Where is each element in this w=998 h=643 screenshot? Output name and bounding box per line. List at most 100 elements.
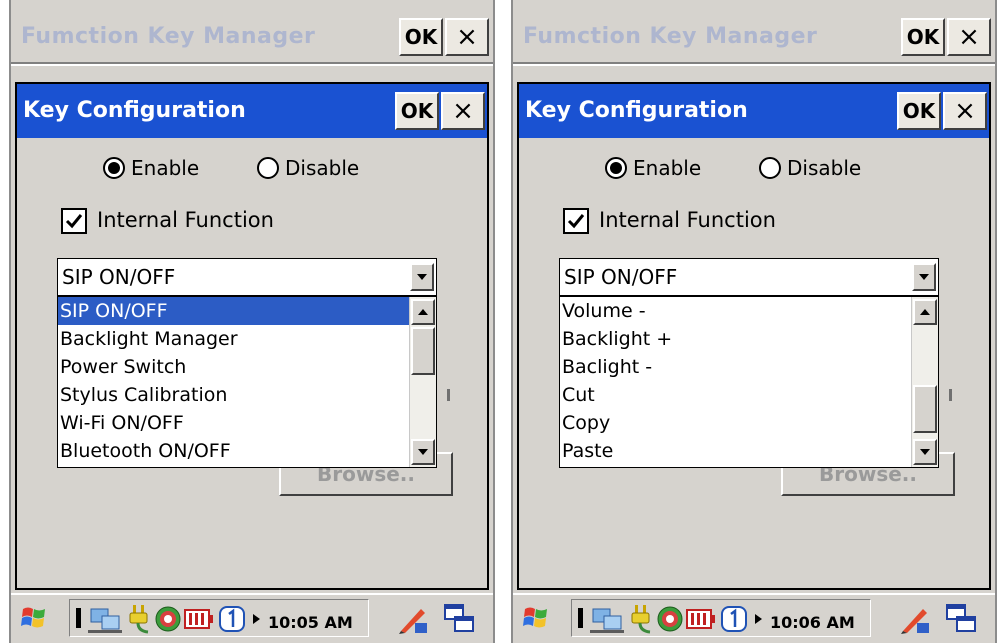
dropdown-item[interactable]: Paste [560, 437, 912, 465]
chevron-down-icon [418, 449, 428, 455]
taskbar: 10:06 AM [513, 593, 995, 643]
key-configuration-dialog: Key Configuration OK × Enable Disable In… [517, 82, 991, 590]
mode-radio-group: Enable Disable [17, 154, 487, 186]
pen-input-icon[interactable] [397, 603, 429, 635]
app-close-button[interactable]: × [445, 18, 489, 56]
dialog-title-bar: Key Configuration OK × [519, 84, 989, 138]
function-dropdown-list[interactable]: SIP ON/OFF Backlight Manager Power Switc… [57, 296, 437, 468]
dialog-title-bar: Key Configuration OK × [17, 84, 487, 138]
system-tray: 10:06 AM [571, 599, 871, 637]
taskbar: 10:05 AM [11, 593, 493, 643]
dropdown-item[interactable]: Bluetooth ON/OFF [58, 437, 410, 465]
combo-edge-mark [949, 389, 952, 401]
app-title: Fumction Key Manager [21, 24, 316, 49]
app-title: Fumction Key Manager [523, 24, 818, 49]
divider [11, 64, 493, 66]
disable-radio[interactable] [257, 157, 279, 179]
dropdown-item[interactable]: Power Switch [58, 353, 410, 381]
scroll-up-button[interactable] [411, 299, 435, 325]
dialog-close-button[interactable]: × [441, 92, 485, 130]
enable-radio[interactable] [605, 157, 627, 179]
internal-function-label[interactable]: Internal Function [599, 208, 776, 232]
disable-radio-label[interactable]: Disable [787, 156, 861, 180]
dropdown-arrow-button[interactable] [912, 263, 936, 291]
function-dropdown-list[interactable]: Volume - Backlight + Baclight - Cut Copy… [559, 296, 939, 468]
dialog-close-button[interactable]: × [943, 92, 987, 130]
disable-radio-label[interactable]: Disable [285, 156, 359, 180]
chevron-down-icon [919, 274, 929, 280]
function-select[interactable]: SIP ON/OFF [559, 258, 939, 296]
dropdown-item[interactable]: Wi-Fi ON/OFF [58, 409, 410, 437]
divider [513, 64, 995, 66]
chevron-down-icon [417, 274, 427, 280]
dropdown-arrow-button[interactable] [410, 263, 434, 291]
system-tray: 10:05 AM [69, 599, 369, 637]
keyboard-toggle-icon[interactable] [76, 608, 81, 628]
internal-function-label[interactable]: Internal Function [97, 208, 274, 232]
internal-function-checkbox[interactable] [563, 208, 589, 234]
dialog-title: Key Configuration [525, 98, 748, 123]
enable-radio-label[interactable]: Enable [633, 156, 701, 180]
tray-expand-icon[interactable] [250, 612, 262, 626]
dropdown-scrollbar[interactable] [409, 297, 436, 467]
function-select-value: SIP ON/OFF [62, 265, 176, 289]
dropdown-item[interactable]: Stylus Calibration [58, 381, 410, 409]
dropdown-item[interactable]: Baclight - [560, 353, 912, 381]
clock[interactable]: 10:06 AM [770, 613, 855, 632]
key-configuration-dialog: Key Configuration OK × Enable Disable In… [15, 82, 489, 590]
wireless-icon[interactable] [154, 605, 182, 633]
mode-radio-group: Enable Disable [519, 154, 989, 186]
combo-edge-mark [447, 389, 450, 401]
device-screen-right: Fumction Key Manager OK × Key Configurat… [511, 0, 997, 643]
dropdown-item[interactable]: Volume - [560, 297, 912, 325]
dropdown-items: SIP ON/OFF Backlight Manager Power Switc… [58, 297, 410, 465]
battery-icon[interactable] [184, 608, 214, 630]
scroll-up-button[interactable] [913, 299, 937, 325]
network-icon[interactable] [590, 604, 624, 634]
scroll-down-button[interactable] [411, 439, 435, 465]
dropdown-item[interactable]: Backlight + [560, 325, 912, 353]
power-plug-icon[interactable] [628, 603, 654, 635]
pen-input-icon[interactable] [899, 603, 931, 635]
function-select-value: SIP ON/OFF [564, 265, 678, 289]
start-flag-icon[interactable] [521, 603, 551, 633]
scroll-down-button[interactable] [913, 439, 937, 465]
tray-expand-icon[interactable] [752, 612, 764, 626]
chevron-up-icon [920, 309, 930, 315]
dropdown-items: Volume - Backlight + Baclight - Cut Copy… [560, 297, 912, 465]
input-one-icon[interactable] [218, 605, 246, 633]
app-ok-button[interactable]: OK [901, 18, 945, 56]
internal-function-checkbox[interactable] [61, 208, 87, 234]
wireless-icon[interactable] [656, 605, 684, 633]
input-one-icon[interactable] [720, 605, 748, 633]
clock[interactable]: 10:05 AM [268, 613, 353, 632]
checkmark-icon [567, 214, 585, 229]
dropdown-item[interactable]: Cut [560, 381, 912, 409]
power-plug-icon[interactable] [126, 603, 152, 635]
dialog-ok-button[interactable]: OK [897, 92, 941, 130]
start-flag-icon[interactable] [19, 603, 49, 633]
dialog-ok-button[interactable]: OK [395, 92, 439, 130]
dropdown-item[interactable]: Copy [560, 409, 912, 437]
app-close-button[interactable]: × [947, 18, 991, 56]
scroll-thumb[interactable] [411, 327, 435, 375]
disable-radio[interactable] [759, 157, 781, 179]
enable-radio[interactable] [103, 157, 125, 179]
enable-radio-label[interactable]: Enable [131, 156, 199, 180]
dropdown-scrollbar[interactable] [911, 297, 938, 467]
dropdown-item[interactable]: Backlight Manager [58, 325, 410, 353]
battery-icon[interactable] [686, 608, 716, 630]
network-icon[interactable] [88, 604, 122, 634]
device-screen-left: Fumction Key Manager OK × Key Configurat… [9, 0, 495, 643]
app-ok-button[interactable]: OK [399, 18, 443, 56]
dropdown-item[interactable]: SIP ON/OFF [58, 297, 410, 325]
switch-window-icon[interactable] [945, 603, 977, 635]
switch-window-icon[interactable] [443, 603, 475, 635]
chevron-down-icon [920, 449, 930, 455]
scroll-thumb[interactable] [913, 385, 937, 433]
dialog-title: Key Configuration [23, 98, 246, 123]
keyboard-toggle-icon[interactable] [578, 608, 583, 628]
checkmark-icon [65, 214, 83, 229]
function-select[interactable]: SIP ON/OFF [57, 258, 437, 296]
chevron-up-icon [418, 309, 428, 315]
